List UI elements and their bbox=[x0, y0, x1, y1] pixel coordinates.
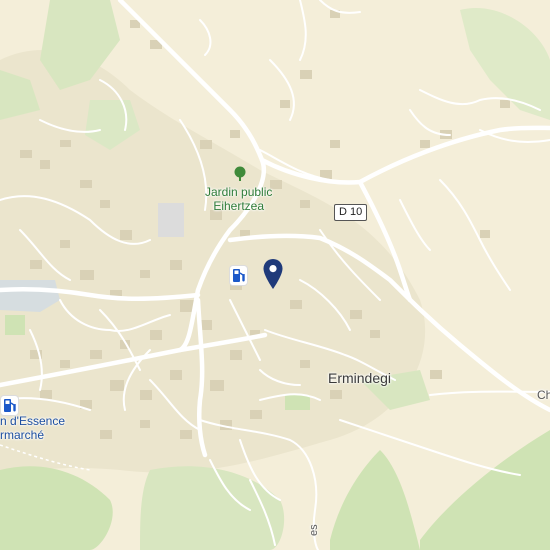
fuel-station-icon[interactable] bbox=[230, 266, 247, 285]
edge-label-bottom: es bbox=[308, 524, 320, 536]
park-label[interactable]: Jardin public Eihertzea bbox=[205, 185, 273, 214]
park-label-line1: Jardin public bbox=[205, 185, 273, 199]
poi-label-line1: n d'Essence bbox=[0, 414, 65, 428]
fuel-station-poi-icon[interactable] bbox=[1, 396, 18, 415]
place-label-ermindegi[interactable]: Ermindegi bbox=[328, 370, 391, 386]
poi-label-fuel-station[interactable]: n d'Essence rmarché bbox=[0, 414, 65, 443]
tree-icon[interactable] bbox=[233, 166, 247, 182]
poi-label-line2: rmarché bbox=[0, 427, 45, 442]
location-pin-icon[interactable] bbox=[262, 258, 284, 290]
edge-label-right: Ch bbox=[537, 388, 550, 402]
map-view[interactable]: Jardin public Eihertzea D 10 Ermindegi n… bbox=[0, 0, 550, 550]
park-label-line2: Eihertzea bbox=[213, 198, 265, 213]
road-shield-d10[interactable]: D 10 bbox=[334, 204, 368, 221]
